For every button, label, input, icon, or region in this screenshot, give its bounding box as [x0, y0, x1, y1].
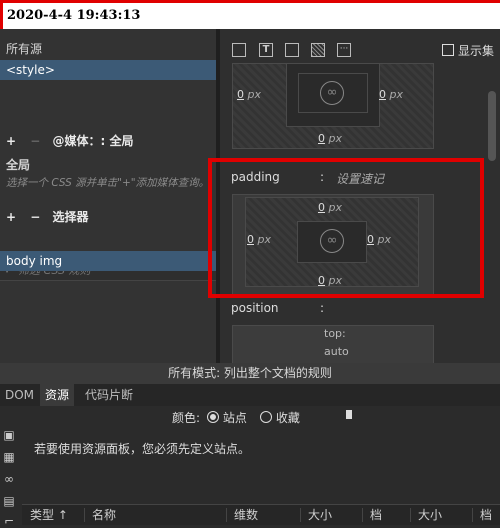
status-bar: 所有模式: 列出整个文档的规则	[0, 363, 500, 384]
selector-item[interactable]: body img	[0, 251, 216, 271]
properties-scrollbar[interactable]	[488, 91, 496, 161]
selector-header: + − 选择器	[0, 207, 216, 227]
site-radio[interactable]: 站点	[207, 409, 247, 426]
colors-icon[interactable]: ▦	[2, 450, 16, 464]
source-style[interactable]: <style>	[0, 60, 216, 80]
border-icon[interactable]	[285, 43, 299, 57]
media-header: + − @媒体：: 全局	[0, 131, 216, 151]
remove-media-icon[interactable]: −	[30, 134, 40, 148]
favorites-radio[interactable]: 收藏	[260, 409, 300, 426]
tab-resources[interactable]: 资源	[40, 384, 75, 406]
link-icon[interactable]: ∞	[320, 81, 344, 105]
tab-dom[interactable]: DOM	[0, 384, 39, 406]
remove-selector-icon[interactable]: −	[30, 210, 40, 224]
margin-left-value[interactable]: 0 px	[237, 88, 261, 101]
color-label: 颜色:	[172, 411, 201, 425]
bookmark-icon[interactable]	[346, 410, 352, 419]
background-icon[interactable]	[311, 43, 325, 57]
source-all[interactable]: 所有源	[0, 39, 216, 59]
margin-right-value[interactable]: 0 px	[379, 88, 403, 101]
media-item-global[interactable]: 全局	[0, 155, 216, 175]
position-label: position	[231, 301, 279, 315]
timestamp-overlay: 2020-4-4 19:43:13	[0, 0, 500, 32]
selector-header-label: 选择器	[52, 210, 89, 224]
col-file-2[interactable]: 档	[480, 505, 492, 525]
col-size-2[interactable]: 大小	[418, 505, 442, 525]
resources-message: 若要使用资源面板，您必须先定义站点。	[34, 442, 251, 456]
media-header-label: @媒体：: 全局	[52, 134, 134, 148]
col-file[interactable]: 档	[370, 505, 382, 525]
site-label: 站点	[222, 411, 247, 425]
panel-tabs: DOM 资源 代码片断	[0, 384, 500, 407]
favorites-label: 收藏	[275, 411, 300, 425]
media-hint: 选择一个 CSS 源并单击"+"添加媒体查询。	[6, 177, 210, 189]
resources-column-header: 类型 ↑ 名称 维数 大小 档 大小 档	[22, 504, 500, 525]
show-set-label: 显示集	[458, 44, 495, 58]
media-icon[interactable]: ▤	[2, 494, 16, 508]
radio-on-icon	[207, 411, 219, 423]
position-top-value[interactable]: auto	[324, 345, 349, 358]
scripts-icon[interactable]: ⌐	[2, 514, 16, 528]
show-set-checkbox[interactable]	[442, 44, 454, 56]
tab-snippets[interactable]: 代码片断	[80, 384, 138, 406]
images-icon[interactable]: ▣	[2, 428, 16, 442]
sort-up-icon: ↑	[57, 508, 68, 522]
more-icon[interactable]: ···	[337, 43, 351, 57]
css-sources-pane: 所有源 <style> + − @媒体：: 全局 全局 选择一个 CSS 源并单…	[0, 29, 216, 363]
col-type[interactable]: 类型 ↑	[30, 505, 68, 525]
add-media-icon[interactable]: +	[6, 134, 16, 148]
col-name[interactable]: 名称	[92, 505, 116, 525]
add-selector-icon[interactable]: +	[6, 210, 16, 224]
layout-icon[interactable]	[232, 43, 246, 57]
position-top-label: top:	[324, 327, 346, 340]
col-dimensions[interactable]: 维数	[234, 505, 258, 525]
highlight-box	[208, 158, 484, 298]
col-size[interactable]: 大小	[308, 505, 332, 525]
margin-bottom-value[interactable]: 0 px	[318, 132, 342, 145]
position-colon: :	[320, 301, 325, 315]
resources-panel: 颜色: 站点 收藏 ▣ ▦ ∞ ▤ ⌐ 若要使用资源面板，您必须先定义站点。 类…	[0, 406, 500, 528]
link-icon[interactable]: ∞	[2, 472, 16, 486]
text-icon[interactable]: T	[259, 43, 273, 57]
radio-off-icon	[260, 411, 272, 423]
